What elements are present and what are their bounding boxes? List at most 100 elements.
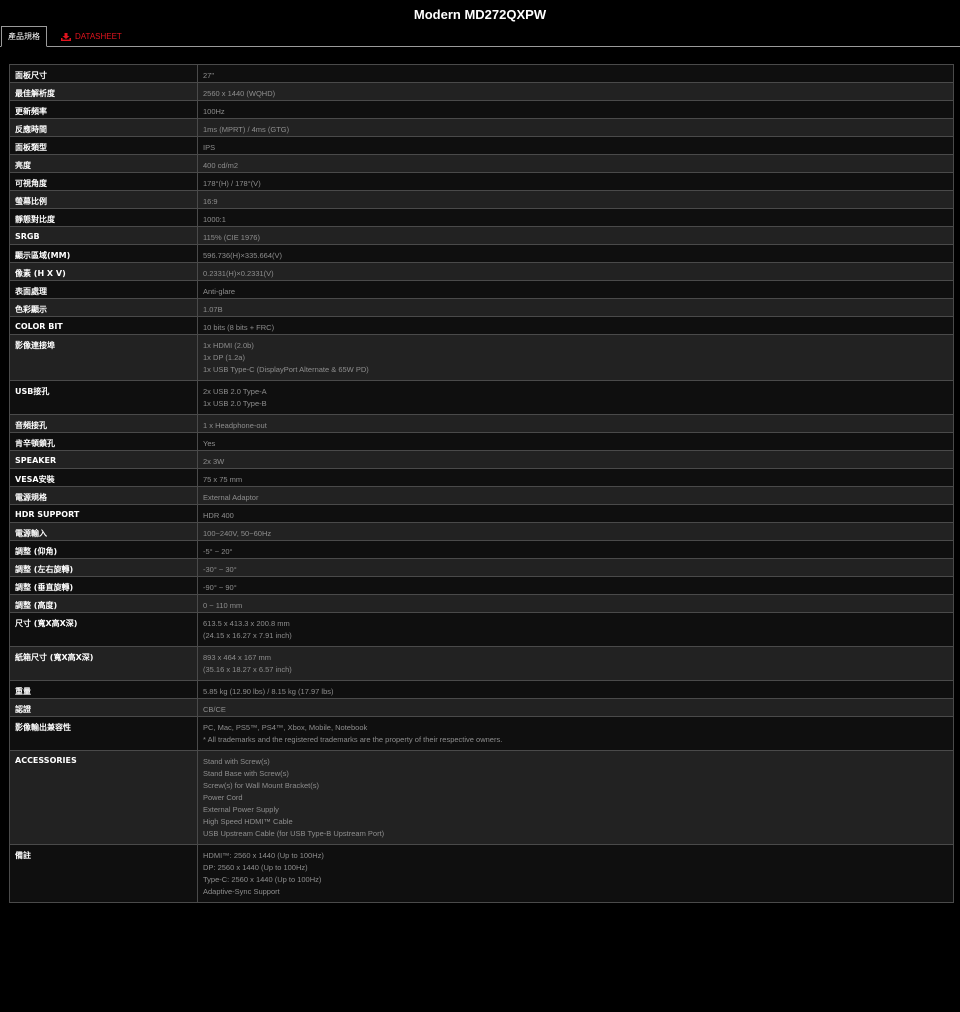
spec-value-line: 16:9 bbox=[203, 197, 218, 206]
spec-label: 電源輸入 bbox=[9, 522, 198, 541]
spec-value-line: 893 x 464 x 167 mm bbox=[203, 653, 271, 662]
spec-row: 最佳解析度 2560 x 1440 (WQHD) bbox=[9, 82, 954, 101]
spec-value: -5° ~ 20° bbox=[197, 540, 954, 559]
spec-value: HDMI™: 2560 x 1440 (Up to 100Hz) DP: 2560… bbox=[197, 844, 954, 903]
spec-value-line: 1000:1 bbox=[203, 215, 226, 224]
tab-datasheet-label: DATASHEET bbox=[75, 32, 122, 41]
spec-value: 0.2331(H)×0.2331(V) bbox=[197, 262, 954, 281]
spec-row: 影像連接埠 1x HDMI (2.0b) 1x DP (1.2a) 1x USB Ty… bbox=[9, 334, 954, 381]
spec-value: 2x USB 2.0 Type-A 1x USB 2.0 Type-B bbox=[197, 380, 954, 415]
spec-value-line: 596.736(H)×335.664(V) bbox=[203, 251, 283, 260]
spec-value-line: Anti-glare bbox=[203, 287, 236, 296]
spec-row: SRGB 115% (CIE 1976) bbox=[9, 226, 954, 245]
spec-value-line: 5.85 kg (12.90 lbs) / 8.15 kg (17.97 lbs… bbox=[203, 687, 334, 696]
spec-label: SPEAKER bbox=[9, 450, 198, 469]
tab-specifications[interactable]: 產品規格 bbox=[1, 26, 47, 47]
spec-label: 重量 bbox=[9, 680, 198, 699]
spec-value-line: DP: 2560 x 1440 (Up to 100Hz) bbox=[203, 863, 308, 872]
spec-value-line: 0 ~ 110 mm bbox=[203, 601, 243, 610]
spec-value: CB/CE bbox=[197, 698, 954, 717]
tab-datasheet[interactable]: DATASHEET bbox=[47, 27, 128, 46]
spec-value: PC, Mac, PS5™, PS4™, Xbox, Mobile, Noteb… bbox=[197, 716, 954, 751]
spec-value-line: Yes bbox=[203, 439, 216, 448]
spec-value: -30° ~ 30° bbox=[197, 558, 954, 577]
spec-label: 音頻接孔 bbox=[9, 414, 198, 433]
spec-label: 顯示區域(MM) bbox=[9, 244, 198, 263]
product-title: Modern MD272QXPW bbox=[413, 6, 547, 22]
spec-value-line: 75 x 75 mm bbox=[203, 475, 243, 484]
spec-value-line: IPS bbox=[203, 143, 216, 152]
spec-label: 調整 (垂直旋轉) bbox=[9, 576, 198, 595]
spec-label: 表面處理 bbox=[9, 280, 198, 299]
spec-label: 紙箱尺寸 (寬X高X深) bbox=[9, 646, 198, 681]
spec-label: 影像輸出兼容性 bbox=[9, 716, 198, 751]
spec-value-line: HDMI™: 2560 x 1440 (Up to 100Hz) bbox=[203, 851, 324, 860]
spec-value: Stand with Screw(s) Stand Base with Screw… bbox=[197, 750, 954, 845]
spec-value-line: HDR 400 bbox=[203, 511, 234, 520]
spec-row: HDR SUPPORT HDR 400 bbox=[9, 504, 954, 523]
tab-bar: 產品規格 DATASHEET bbox=[0, 26, 960, 47]
spec-label: 更新頻率 bbox=[9, 100, 198, 119]
spec-row: 更新頻率 100Hz bbox=[9, 100, 954, 119]
spec-row: 調整 (仰角) -5° ~ 20° bbox=[9, 540, 954, 559]
spec-label: 反應時間 bbox=[9, 118, 198, 137]
spec-row: 螢幕比例 16:9 bbox=[9, 190, 954, 209]
spec-value: 596.736(H)×335.664(V) bbox=[197, 244, 954, 263]
spec-row: 像素 (H X V) 0.2331(H)×0.2331(V) bbox=[9, 262, 954, 281]
spec-value: 1.07B bbox=[197, 298, 954, 317]
spec-value-line: -5° ~ 20° bbox=[203, 547, 233, 556]
spec-label: 亮度 bbox=[9, 154, 198, 173]
spec-value-line: * All trademarks and the registered trad… bbox=[203, 735, 503, 744]
spec-value-line: 2x USB 2.0 Type-A bbox=[203, 387, 267, 396]
spec-value-line: 100Hz bbox=[203, 107, 225, 116]
spec-value: Yes bbox=[197, 432, 954, 451]
spec-value-line: Adaptive-Sync Support bbox=[203, 887, 280, 896]
spec-row: 調整 (左右旋轉) -30° ~ 30° bbox=[9, 558, 954, 577]
spec-label: 調整 (仰角) bbox=[9, 540, 198, 559]
spec-value: HDR 400 bbox=[197, 504, 954, 523]
spec-label: VESA安裝 bbox=[9, 468, 198, 487]
spec-value: IPS bbox=[197, 136, 954, 155]
spec-value: -90° ~ 90° bbox=[197, 576, 954, 595]
spec-row: 面板尺寸 27" bbox=[9, 64, 954, 83]
spec-value-line: 2560 x 1440 (WQHD) bbox=[203, 89, 276, 98]
spec-value: 400 cd/m2 bbox=[197, 154, 954, 173]
spec-row: 重量 5.85 kg (12.90 lbs) / 8.15 kg (17.97 l… bbox=[9, 680, 954, 699]
spec-value-line: 178°(H) / 178°(V) bbox=[203, 179, 261, 188]
spec-value: 115% (CIE 1976) bbox=[197, 226, 954, 245]
spec-value: 2560 x 1440 (WQHD) bbox=[197, 82, 954, 101]
spec-row: 肯辛頓鎖孔 Yes bbox=[9, 432, 954, 451]
spec-value-line: 2x 3W bbox=[203, 457, 225, 466]
spec-row: 電源輸入 100~240V, 50~60Hz bbox=[9, 522, 954, 541]
spec-value-line: -30° ~ 30° bbox=[203, 565, 237, 574]
spec-row: 音頻接孔 1 x Headphone-out bbox=[9, 414, 954, 433]
spec-label: 尺寸 (寬X高X深) bbox=[9, 612, 198, 647]
spec-row: 影像輸出兼容性 PC, Mac, PS5™, PS4™, Xbox, Mobile… bbox=[9, 716, 954, 751]
spec-value: 178°(H) / 178°(V) bbox=[197, 172, 954, 191]
spec-value: 1x HDMI (2.0b) 1x DP (1.2a) 1x USB Type-C … bbox=[197, 334, 954, 381]
spec-label: 色彩顯示 bbox=[9, 298, 198, 317]
spec-value-line: USB Upstream Cable (for USB Type-B Upstr… bbox=[203, 829, 385, 838]
spec-value-line: 100~240V, 50~60Hz bbox=[203, 529, 272, 538]
spec-value-line: External Power Supply bbox=[203, 805, 279, 814]
spec-value-line: 27" bbox=[203, 71, 215, 80]
spec-value-line: 10 bits (8 bits + FRC) bbox=[203, 323, 275, 332]
spec-table: 面板尺寸 27" 最佳解析度 2560 x 1440 (WQHD) 更新頻率 100Hz 反… bbox=[9, 64, 954, 903]
download-icon bbox=[61, 32, 71, 41]
spec-value-line: (24.15 x 16.27 x 7.91 inch) bbox=[203, 631, 292, 640]
spec-row: COLOR BIT 10 bits (8 bits + FRC) bbox=[9, 316, 954, 335]
spec-label: 靜態對比度 bbox=[9, 208, 198, 227]
spec-value: 27" bbox=[197, 64, 954, 83]
spec-value: 0 ~ 110 mm bbox=[197, 594, 954, 613]
spec-value-line: Stand with Screw(s) bbox=[203, 757, 270, 766]
spec-row: ACCESSORIES Stand with Screw(s) Stand Base… bbox=[9, 750, 954, 845]
spec-row: 備註 HDMI™: 2560 x 1440 (Up to 100Hz) DP: 25… bbox=[9, 844, 954, 903]
spec-label: 調整 (高度) bbox=[9, 594, 198, 613]
spec-label: 認證 bbox=[9, 698, 198, 717]
spec-label: 影像連接埠 bbox=[9, 334, 198, 381]
spec-value-line: 1x USB Type-C (DisplayPort Alternate & 6… bbox=[203, 365, 369, 374]
spec-value: 1000:1 bbox=[197, 208, 954, 227]
spec-row: 亮度 400 cd/m2 bbox=[9, 154, 954, 173]
spec-label: 備註 bbox=[9, 844, 198, 903]
spec-value-line: 1x USB 2.0 Type-B bbox=[203, 399, 267, 408]
